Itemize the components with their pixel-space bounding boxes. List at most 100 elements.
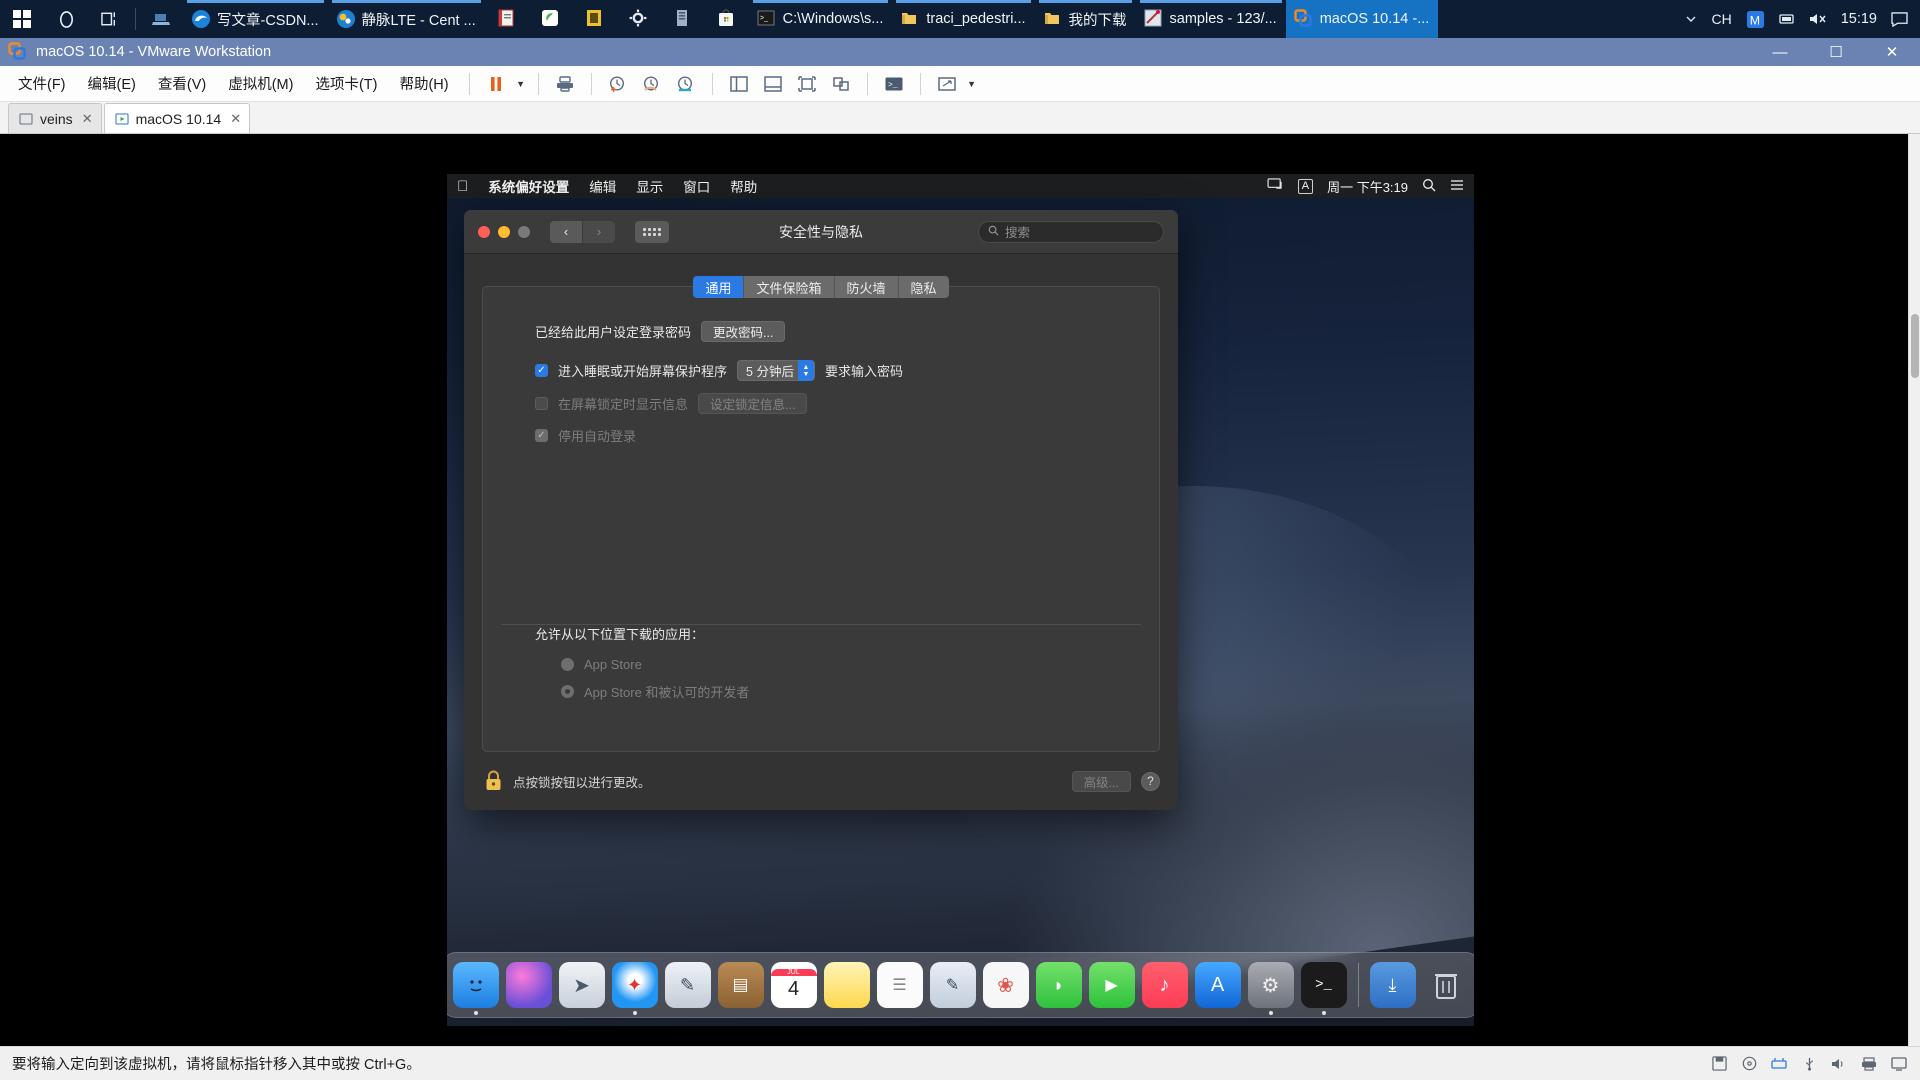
mac-menu-app[interactable]: 系统偏好设置 (488, 176, 569, 196)
download-option-appstore[interactable]: App Store (561, 657, 749, 672)
close-button[interactable]: ✕ (1864, 38, 1920, 66)
floppy-icon[interactable] (1710, 1055, 1728, 1073)
tab-firewall[interactable]: 防火墙 (834, 276, 899, 298)
dock-item-siri[interactable] (505, 962, 552, 1008)
taskbar-pinned-notepad[interactable] (485, 0, 529, 38)
menu-tabs[interactable]: 选项卡(T) (305, 68, 387, 99)
tab-privacy[interactable]: 隐私 (898, 276, 949, 298)
taskbar-pinned-server[interactable] (661, 0, 705, 38)
taskbar-pinned-frame[interactable] (573, 0, 617, 38)
dock-item-reminders[interactable]: ☰ (876, 962, 923, 1008)
spotlight-icon[interactable] (1422, 178, 1436, 195)
vm-tab-veins[interactable]: veins ✕ (8, 103, 102, 133)
dock-item-launchpad[interactable]: ➤ (558, 962, 605, 1008)
power-dropdown-icon[interactable]: ▼ (514, 71, 528, 97)
full-screen-icon[interactable] (791, 71, 823, 97)
taskbar-task-folder-traci[interactable]: traci_pedestri... (892, 0, 1034, 38)
tray-ime-indicator[interactable]: CH (1705, 0, 1737, 38)
mac-menu-help[interactable]: 帮助 (730, 176, 757, 196)
dock-item-photos[interactable]: ❀ (982, 962, 1029, 1008)
radio-app-store[interactable] (561, 658, 574, 671)
show-lock-message-checkbox[interactable] (535, 397, 548, 410)
vm-display[interactable]:  系统偏好设置 编辑 显示 窗口 帮助 A 周一 下午3:19 (0, 134, 1920, 1046)
snapshot-revert-icon[interactable] (636, 71, 668, 97)
dock-item-downloads[interactable]: ⤓ (1369, 962, 1416, 1008)
dock-item-music[interactable]: ♪ (1141, 962, 1188, 1008)
taskbar-task-samples[interactable]: samples - 123/... (1136, 0, 1286, 38)
send-ctrl-alt-del-icon[interactable] (549, 71, 581, 97)
radio-app-store-identified[interactable] (561, 685, 574, 698)
taskbar-task-folder-downloads[interactable]: 我的下载 (1035, 0, 1136, 38)
zoom-traffic-light[interactable] (518, 225, 530, 238)
minimize-traffic-light[interactable] (498, 225, 510, 238)
require-password-checkbox[interactable]: ✓ (535, 364, 548, 377)
screen-mirroring-icon[interactable] (1267, 178, 1284, 194)
mac-menu-view[interactable]: 显示 (636, 176, 663, 196)
taskbar-task-edge[interactable]: 写文章-CSDN... (183, 0, 328, 38)
tray-volume-muted-icon[interactable] (1803, 0, 1833, 38)
vm-scrollbar[interactable] (1908, 134, 1920, 1046)
cortana-search-icon[interactable] (44, 0, 88, 38)
dock-item-notes[interactable] (823, 962, 870, 1008)
tab-filevault[interactable]: 文件保险箱 (744, 276, 835, 298)
require-password-delay-popup[interactable]: 5 分钟后 ▲ ▼ (737, 360, 815, 381)
help-button[interactable]: ? (1141, 771, 1160, 791)
menu-view[interactable]: 查看(V) (148, 68, 216, 99)
menu-vm[interactable]: 虚拟机(M) (218, 68, 303, 99)
dock-item-safari[interactable]: ✦ (611, 962, 658, 1015)
mac-menu-window[interactable]: 窗口 (683, 176, 710, 196)
stretch-icon[interactable] (931, 71, 963, 97)
taskbar-pinned-settings[interactable] (617, 0, 661, 38)
printer-icon[interactable] (1860, 1055, 1878, 1073)
dock-item-trash[interactable] (1423, 962, 1469, 1008)
macos-desktop[interactable]:  系统偏好设置 编辑 显示 窗口 帮助 A 周一 下午3:19 (447, 174, 1474, 1026)
change-password-button[interactable]: 更改密码... (701, 321, 786, 342)
taskbar-pinned-laptop[interactable] (139, 0, 183, 38)
taskbar-pinned-store[interactable] (705, 0, 749, 38)
menu-help[interactable]: 帮助(H) (389, 68, 458, 99)
network-adapter-icon[interactable] (1770, 1055, 1788, 1073)
dock-item-finder[interactable] (452, 962, 499, 1015)
tray-network-icon[interactable] (1773, 0, 1801, 38)
console-view-icon[interactable]: >_ (878, 71, 910, 97)
disable-auto-login-checkbox[interactable]: ✓ (535, 429, 548, 442)
taskbar-pinned-leaf[interactable] (529, 0, 573, 38)
dock-item-messages[interactable]: ◗ (1035, 962, 1082, 1008)
snapshot-manager-icon[interactable] (670, 71, 702, 97)
start-button[interactable] (0, 0, 44, 38)
mac-menu-edit[interactable]: 编辑 (589, 176, 616, 196)
unity-mode-icon[interactable] (825, 71, 857, 97)
dock-item-system-preferences[interactable]: ⚙ (1247, 962, 1294, 1015)
dock-item-contacts[interactable]: ▤ (717, 962, 764, 1008)
show-library-icon[interactable] (723, 71, 755, 97)
dock-item-facetime[interactable]: ▶ (1088, 962, 1135, 1008)
menubar-clock[interactable]: 周一 下午3:19 (1327, 177, 1408, 196)
display-icon[interactable] (1890, 1055, 1908, 1073)
download-option-appstore-identified[interactable]: App Store 和被认可的开发者 (561, 682, 749, 701)
vm-tab-close-icon[interactable]: ✕ (82, 111, 93, 127)
dock-item-terminal[interactable]: >_ (1300, 962, 1347, 1015)
cd-icon[interactable] (1740, 1055, 1758, 1073)
tab-general[interactable]: 通用 (693, 276, 745, 298)
show-thumbnail-bar-icon[interactable] (757, 71, 789, 97)
menu-file[interactable]: 文件(F) (8, 68, 76, 99)
tray-chevron-icon[interactable] (1679, 0, 1703, 38)
apple-logo-icon[interactable]:  (457, 179, 468, 194)
siri-list-icon[interactable] (1450, 179, 1464, 194)
system-preferences-window[interactable]: ‹ › 安全性与隐私 搜索 通用 文件保险箱 防火墙 隐私 已经给此用户设定登录… (464, 210, 1178, 810)
dock-item-calendar[interactable]: JUL 4 (770, 962, 817, 1008)
prefs-search-box[interactable]: 搜索 (978, 220, 1164, 243)
prefs-forward-button[interactable]: › (583, 220, 615, 243)
stretch-dropdown-icon[interactable]: ▼ (965, 71, 979, 97)
snapshot-take-icon[interactable] (602, 71, 634, 97)
vm-tab-close-icon[interactable]: ✕ (230, 111, 241, 127)
tray-ime-mode-icon[interactable]: M (1740, 0, 1771, 38)
dock-item-xcode[interactable]: ✎ (664, 962, 711, 1008)
input-source-a-icon[interactable]: A (1297, 178, 1314, 194)
lock-closed-icon[interactable] (484, 769, 503, 793)
tray-clock[interactable]: 15:19 (1835, 0, 1883, 38)
tray-action-center-icon[interactable] (1885, 0, 1914, 38)
close-traffic-light[interactable] (478, 225, 490, 238)
taskbar-task-vmware[interactable]: macOS 10.14 -... (1285, 0, 1439, 38)
menu-edit[interactable]: 编辑(E) (78, 68, 146, 99)
